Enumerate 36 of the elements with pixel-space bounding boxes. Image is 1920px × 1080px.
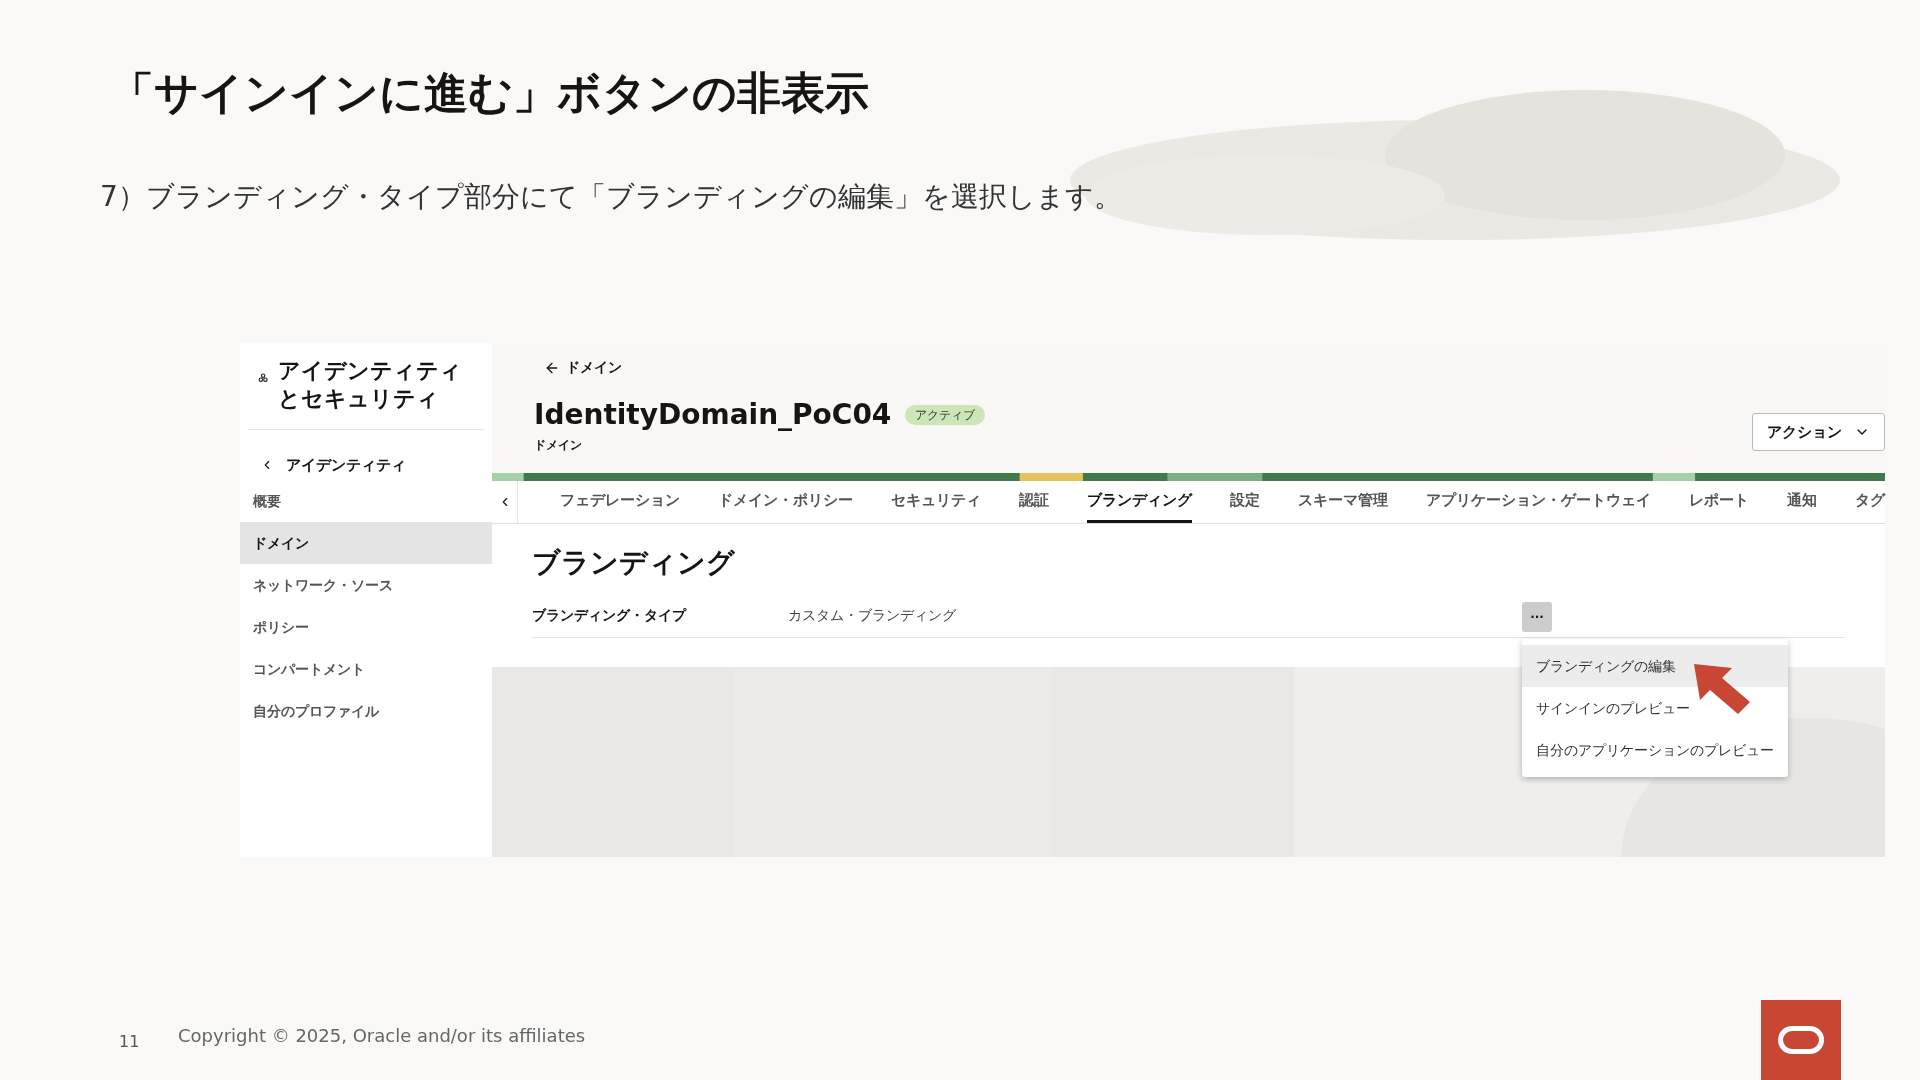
- tab[interactable]: 通知: [1787, 481, 1817, 523]
- sidebar-item[interactable]: ドメイン: [240, 522, 492, 564]
- actions-button[interactable]: アクション: [1752, 413, 1885, 451]
- status-badge: アクティブ: [905, 405, 986, 425]
- field-value: カスタム・ブランディング: [788, 606, 956, 625]
- page-title: IdentityDomain_PoC04: [534, 397, 892, 433]
- copyright-text: Copyright © 2025, Oracle and/or its affiliates: [178, 1024, 586, 1048]
- tab[interactable]: フェデレーション: [560, 481, 680, 523]
- tab[interactable]: 設定: [1230, 481, 1260, 523]
- section-heading: ブランディング: [532, 545, 736, 581]
- tab[interactable]: スキーマ管理: [1298, 481, 1388, 523]
- tab[interactable]: アプリケーション・ゲートウェイ: [1426, 481, 1651, 523]
- menu-item[interactable]: サインインのプレビュー: [1522, 687, 1788, 729]
- slide-title: 「サインインに進む」ボタンの非表示: [110, 66, 870, 120]
- sidebar-item[interactable]: ポリシー: [240, 606, 492, 648]
- menu-item[interactable]: 自分のアプリケーションのプレビュー: [1522, 729, 1788, 771]
- back-link[interactable]: ドメイン: [544, 357, 986, 378]
- tab[interactable]: セキュリティ: [891, 481, 981, 523]
- page-number: 11: [119, 1031, 140, 1053]
- tab[interactable]: レポート: [1689, 481, 1749, 523]
- more-button[interactable]: ···: [1522, 602, 1552, 632]
- tab[interactable]: ドメイン・ポリシー: [718, 481, 853, 523]
- tab[interactable]: タグ: [1855, 481, 1885, 523]
- sidebar-item[interactable]: 自分のプロファイル: [240, 690, 492, 732]
- tab[interactable]: 認証: [1019, 481, 1049, 523]
- pointer-arrow-icon: [1692, 662, 1752, 716]
- sidebar-item[interactable]: ネットワーク・ソース: [240, 564, 492, 606]
- tab[interactable]: ブランディング: [1087, 481, 1192, 523]
- sidebar-title: アイデンティティとセキュリティ: [278, 357, 464, 413]
- back-link[interactable]: アイデンティティ: [240, 450, 492, 480]
- sidebar-item[interactable]: コンパートメント: [240, 648, 492, 690]
- menu-item[interactable]: ブランディングの編集: [1522, 645, 1788, 687]
- page-subtitle: ドメイン: [534, 437, 583, 454]
- sidebar-item[interactable]: 概要: [240, 480, 492, 522]
- field-label: ブランディング・タイプ: [532, 606, 688, 625]
- instruction-text: 7）ブランディング・タイプ部分にて「ブランディングの編集」を選択します。: [100, 179, 1122, 215]
